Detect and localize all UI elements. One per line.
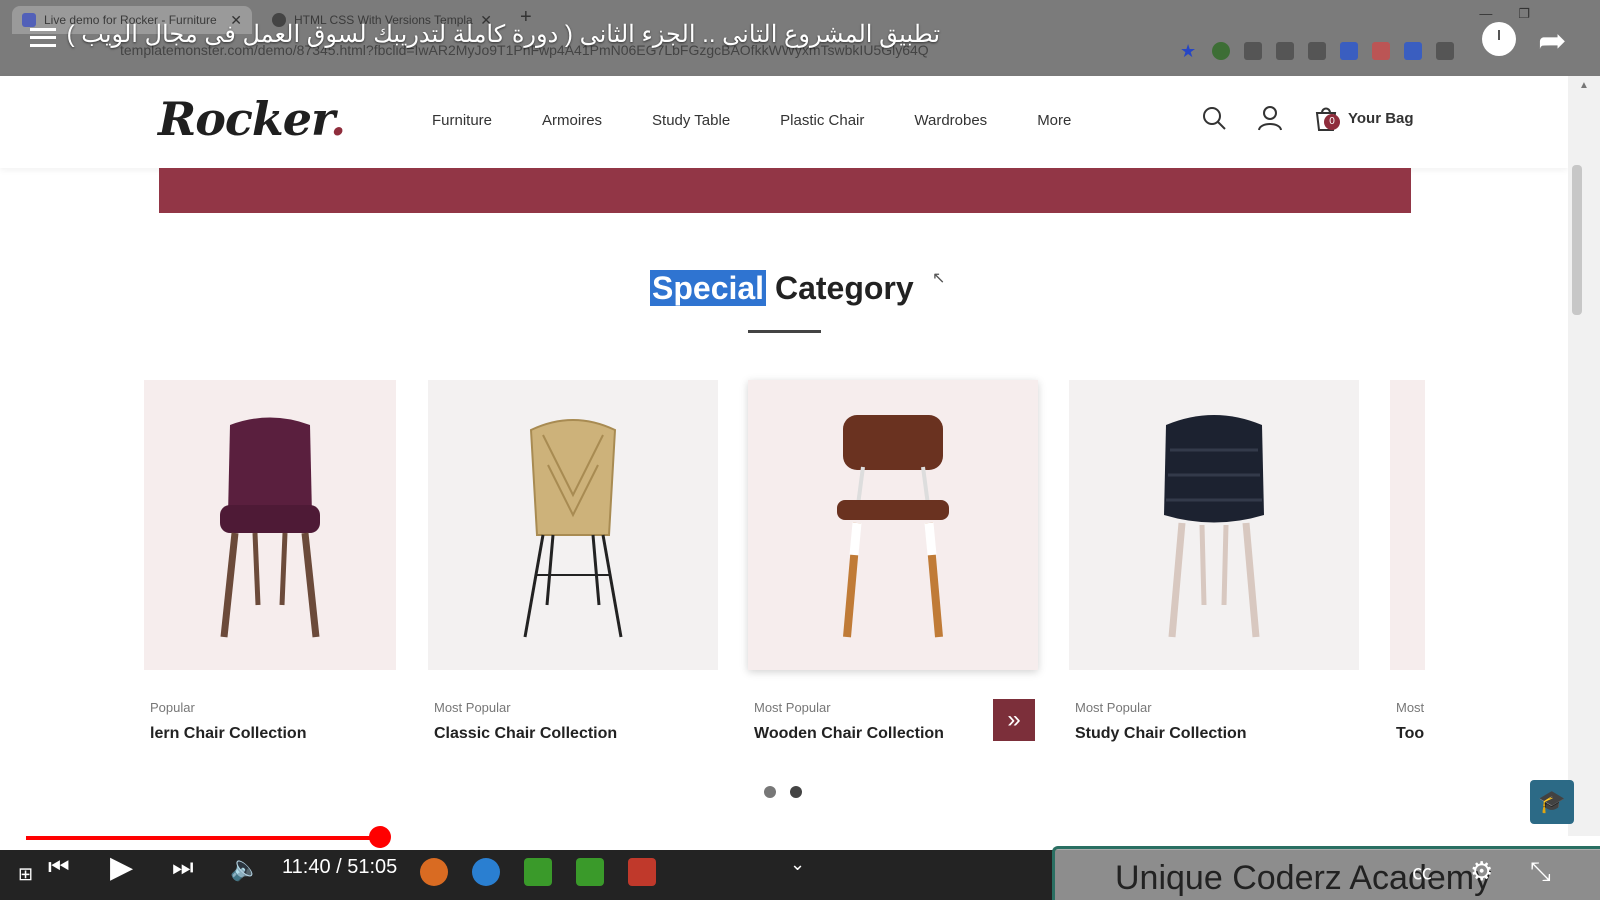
windows-start-icon[interactable]: ⊞ — [18, 864, 33, 885]
section-title-highlight: Special — [650, 270, 767, 306]
product-meta: Most Popular Classic Chair Collection — [428, 700, 718, 743]
section-title-rest: Category — [774, 270, 914, 306]
carousel-next-button[interactable]: » — [993, 699, 1035, 741]
extension-icon[interactable] — [1404, 42, 1422, 60]
product-card[interactable]: Popular lern Chair Collection — [144, 380, 396, 743]
chevron-down-icon[interactable]: ⌄ — [790, 854, 805, 875]
chair-image — [837, 415, 949, 638]
bag-count-badge: 0 — [1324, 114, 1340, 130]
product-card[interactable]: Most Tool — [1390, 380, 1425, 743]
product-meta: Most Tool — [1390, 700, 1425, 743]
chair-image — [523, 419, 623, 638]
site-logo[interactable]: Rocker. — [158, 92, 346, 146]
product-card[interactable]: Most Popular Classic Chair Collection — [428, 380, 718, 743]
extension-icon[interactable] — [1244, 42, 1262, 60]
product-meta: Popular lern Chair Collection — [144, 700, 396, 743]
product-image[interactable] — [144, 380, 396, 670]
scroll-up-icon[interactable]: ▲ — [1568, 80, 1600, 91]
nav-item-study-table[interactable]: Study Table — [652, 112, 730, 129]
user-icon[interactable] — [1256, 104, 1284, 132]
window-controls: — ❐ — [1479, 6, 1530, 22]
product-image[interactable] — [748, 380, 1038, 670]
product-image[interactable] — [1069, 380, 1359, 670]
play-icon[interactable]: ▶ — [110, 850, 133, 885]
product-category: Most — [1396, 700, 1425, 715]
carousel-dot[interactable] — [764, 786, 776, 798]
product-name[interactable]: Study Chair Collection — [1075, 725, 1359, 743]
nav-item-more[interactable]: More — [1037, 112, 1071, 129]
scrollbar-thumb[interactable] — [1572, 165, 1582, 315]
site-header: Rocker. Furniture Armoires Study Table P… — [0, 76, 1568, 168]
nav-item-furniture[interactable]: Furniture — [432, 112, 492, 129]
progress-scrubber[interactable] — [369, 826, 392, 848]
main-nav: Furniture Armoires Study Table Plastic C… — [432, 112, 1071, 129]
chair-image — [220, 417, 320, 638]
progress-fill — [26, 836, 381, 840]
product-category: Popular — [150, 700, 195, 715]
previous-icon[interactable]: ⏮ — [48, 854, 70, 882]
product-name[interactable]: Tool — [1396, 725, 1425, 743]
video-time: 11:40 / 51:05 — [282, 856, 398, 878]
header-actions: Your Bag — [1200, 104, 1414, 132]
calendar-icon[interactable] — [1372, 42, 1390, 60]
share-icon[interactable]: ➦ — [1538, 24, 1567, 58]
extension-toolbar: ★ — [1180, 42, 1454, 60]
carousel-dot[interactable] — [790, 786, 802, 798]
product-category: Most Popular — [1075, 700, 1152, 715]
graduation-cap-icon[interactable]: 🎓 — [1530, 780, 1574, 824]
watermark-text: Unique Coderz Academy — [1115, 859, 1492, 897]
nav-item-wardrobes[interactable]: Wardrobes — [914, 112, 987, 129]
product-name[interactable]: lern Chair Collection — [150, 725, 396, 743]
clock-icon[interactable] — [1482, 22, 1516, 56]
nav-item-armoires[interactable]: Armoires — [542, 112, 602, 129]
captions-icon[interactable]: ㏄ — [1412, 856, 1432, 885]
settings-icon[interactable]: ⚙ — [1470, 856, 1493, 887]
search-icon[interactable] — [1200, 104, 1228, 132]
eyedropper-icon[interactable] — [1276, 42, 1294, 60]
exit-fullscreen-icon[interactable]: ⤡ — [1530, 856, 1551, 888]
menu-icon[interactable] — [30, 28, 56, 48]
video-progress-bar[interactable] — [26, 826, 1572, 848]
promo-banner — [159, 168, 1411, 213]
tab-favicon-icon — [22, 13, 36, 27]
chair-image — [1164, 415, 1264, 638]
camera-icon[interactable] — [1308, 42, 1326, 60]
firefox-icon[interactable] — [420, 858, 448, 886]
taskbar-icons — [420, 858, 656, 886]
carousel-dots — [764, 786, 802, 798]
section-underline — [748, 330, 821, 333]
restore-icon[interactable]: ❐ — [1518, 6, 1530, 22]
extension-icon[interactable] — [1212, 42, 1230, 60]
app-u-icon[interactable] — [524, 858, 552, 886]
product-meta: Most Popular Study Chair Collection — [1069, 700, 1359, 743]
nav-item-plastic-chair[interactable]: Plastic Chair — [780, 112, 864, 129]
minimize-icon[interactable]: — — [1479, 6, 1492, 22]
download-icon[interactable] — [1340, 42, 1358, 60]
product-image[interactable] — [428, 380, 718, 670]
app-c-icon[interactable] — [576, 858, 604, 886]
channel-watermark: Unique Coderz Academy — [1052, 846, 1600, 900]
product-category: Most Popular — [434, 700, 511, 715]
volume-icon[interactable]: 🔈 — [230, 854, 260, 883]
mouse-cursor-icon: ↖ — [932, 270, 946, 287]
bookmark-star-icon[interactable]: ★ — [1180, 42, 1198, 60]
product-card[interactable]: Most Popular Wooden Chair Collection — [748, 380, 1038, 743]
app-c-red-icon[interactable] — [628, 858, 656, 886]
next-icon[interactable]: ⏭ — [172, 854, 194, 882]
bag-label: Your Bag — [1348, 109, 1414, 127]
section-title: Special Category — [650, 270, 914, 307]
edge-icon[interactable] — [472, 858, 500, 886]
grid-icon[interactable] — [1436, 42, 1454, 60]
product-name[interactable]: Classic Chair Collection — [434, 725, 718, 743]
product-card[interactable]: Most Popular Study Chair Collection — [1069, 380, 1359, 743]
video-title: تطبيق المشروع التانى .. الجزء الثانى ( د… — [66, 21, 940, 48]
product-image[interactable] — [1390, 380, 1425, 670]
